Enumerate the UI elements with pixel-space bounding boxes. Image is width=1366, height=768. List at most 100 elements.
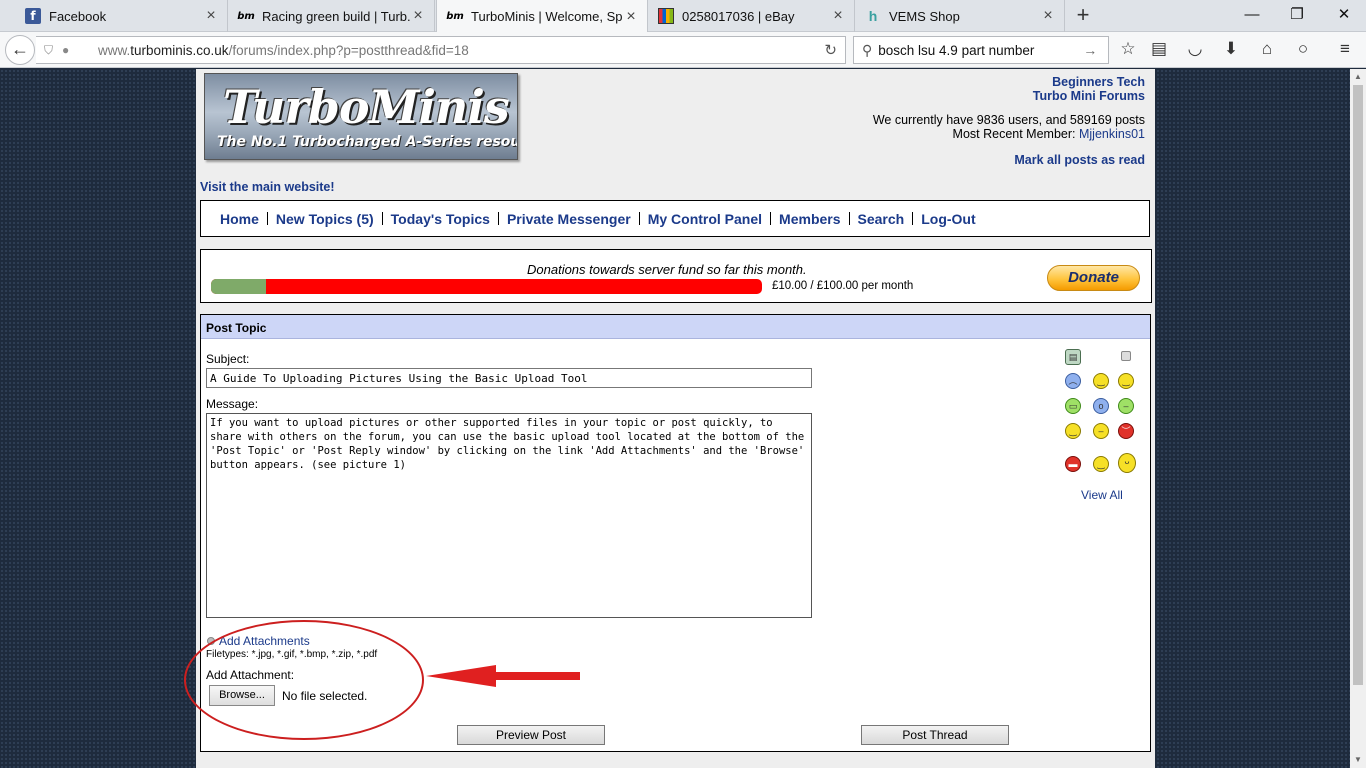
menu-todays-topics[interactable]: Today's Topics — [391, 211, 490, 227]
smiley-icon-angry[interactable]: ︶ — [1118, 423, 1134, 439]
smiley-icon-news[interactable]: ▤ — [1065, 349, 1081, 365]
scroll-up-icon[interactable]: ▲ — [1350, 69, 1366, 85]
url-prefix: www. — [98, 42, 131, 58]
new-tab-button[interactable]: + — [1072, 4, 1094, 28]
search-input[interactable] — [878, 42, 1084, 58]
donations-progress-bar — [211, 279, 762, 294]
smiley-icon-square[interactable] — [1121, 351, 1131, 361]
visit-main-website-link[interactable]: Visit the main website! — [200, 180, 335, 194]
smiley-icon-smile[interactable]: ‿ — [1118, 373, 1134, 389]
tab-bar: f Facebook × bm Racing green build | Tur… — [0, 0, 1366, 33]
donations-box: Donations towards server fund so far thi… — [200, 249, 1152, 303]
url-domain: turbominis.co.uk — [130, 42, 229, 58]
tab-turbominis-active[interactable]: bm TurboMinis | Welcome, Sp... × — [436, 0, 648, 33]
smiley-icon-meh[interactable]: – — [1093, 423, 1109, 439]
close-tab-icon[interactable]: × — [623, 8, 639, 26]
bookmark-star-icon[interactable]: ☆ — [1116, 38, 1140, 62]
reload-icon[interactable]: ↻ — [824, 41, 837, 59]
annotation-circle — [184, 620, 424, 740]
pocket-icon[interactable]: ◡ — [1183, 38, 1207, 62]
vertical-scrollbar[interactable]: ▲ ▼ — [1350, 69, 1366, 768]
tab-title: VEMS Shop — [889, 8, 960, 24]
turbominis-logo[interactable]: TurboMinis The No.1 Turbocharged A-Serie… — [204, 73, 518, 160]
preview-post-button[interactable]: Preview Post — [457, 725, 605, 745]
tab-facebook[interactable]: f Facebook × — [15, 0, 228, 32]
tab-racing-green[interactable]: bm Racing green build | Turb... × — [228, 0, 435, 32]
tab-title: TurboMinis | Welcome, Sp... — [471, 9, 623, 24]
menu-separator — [381, 212, 383, 225]
smiley-icon-grin[interactable]: ▭ — [1065, 398, 1081, 414]
donations-progress-fill — [211, 279, 267, 294]
menu-new-topics[interactable]: New Topics (5) — [276, 211, 374, 227]
smiley-icon-wink[interactable]: ‿ — [1065, 423, 1081, 439]
forum-menu: Home New Topics (5) Today's Topics Priva… — [200, 200, 1150, 237]
home-icon[interactable]: ⌂ — [1255, 38, 1279, 62]
header-info: Beginners Tech Turbo Mini Forums We curr… — [873, 75, 1145, 167]
smiley-icon-smile[interactable]: ‿ — [1093, 373, 1109, 389]
view-all-smileys-link[interactable]: View All — [1081, 488, 1123, 502]
minimize-button[interactable]: — — [1237, 4, 1267, 26]
back-button[interactable]: ← — [5, 35, 35, 65]
menu-separator — [497, 212, 499, 225]
donations-text: Donations towards server fund so far thi… — [527, 262, 807, 277]
reading-list-icon[interactable]: ▤ — [1147, 38, 1171, 62]
beginners-tech-link[interactable]: Beginners Tech — [873, 75, 1145, 89]
turbo-mini-forums-link[interactable]: Turbo Mini Forums — [873, 89, 1145, 103]
close-tab-icon[interactable]: × — [830, 7, 846, 25]
forum-stats: We currently have 9836 users, and 589169… — [872, 113, 1145, 127]
smiley-icon-mad[interactable]: ▬ — [1065, 456, 1081, 472]
menu-home[interactable]: Home — [220, 211, 259, 227]
maximize-button[interactable]: ❐ — [1282, 4, 1312, 26]
tab-title: Facebook — [49, 8, 107, 24]
message-textarea[interactable]: If you want to upload pictures or other … — [206, 413, 812, 618]
smiley-icon-neutral[interactable]: – — [1118, 398, 1134, 414]
url-bar[interactable]: ⛉ ● www. turbominis.co.uk/forums/index.ph… — [36, 36, 846, 64]
smiley-icon-shock[interactable]: o — [1093, 398, 1109, 414]
menu-members[interactable]: Members — [779, 211, 840, 227]
turbominis-icon: bm — [446, 11, 464, 22]
vems-icon: h — [868, 8, 878, 24]
smiley-icon-bunny[interactable]: ᴗ — [1118, 453, 1136, 473]
menu-logout[interactable]: Log-Out — [921, 211, 975, 227]
close-window-button[interactable]: ✕ — [1329, 4, 1359, 26]
search-icon: ⚲ — [862, 41, 873, 58]
menu-separator — [638, 212, 640, 225]
ebay-icon — [658, 8, 674, 24]
url-path: /forums/index.php?p=postthread&fid=18 — [228, 42, 469, 58]
mark-all-read-link[interactable]: Mark all posts as read — [873, 153, 1145, 167]
logo-tagline: The No.1 Turbocharged A-Series resource — [217, 134, 518, 150]
smiley-icon-sad[interactable]: ︵ — [1065, 373, 1081, 389]
subject-label: Subject: — [206, 352, 250, 366]
recent-member-label: Most Recent Member: — [952, 127, 1079, 141]
close-tab-icon[interactable]: × — [1040, 7, 1056, 25]
subject-input[interactable] — [206, 368, 812, 388]
message-label: Message: — [206, 397, 259, 411]
smiley-icon-happy[interactable]: ‿ — [1093, 456, 1109, 472]
recent-member-line: Most Recent Member: Mjjenkins01 — [873, 127, 1145, 141]
menu-private-messenger[interactable]: Private Messenger — [507, 211, 631, 227]
search-go-icon[interactable]: → — [1083, 42, 1097, 58]
tab-title: 0258017036 | eBay — [682, 8, 795, 24]
menu-search[interactable]: Search — [858, 211, 905, 227]
turbominis-icon: bm — [237, 10, 255, 22]
menu-separator — [912, 212, 914, 225]
close-tab-icon[interactable]: × — [203, 7, 219, 25]
globe-icon[interactable]: ● — [62, 43, 76, 57]
menu-icon[interactable]: ≡ — [1333, 38, 1357, 62]
menu-separator — [848, 212, 850, 225]
close-tab-icon[interactable]: × — [410, 7, 426, 25]
shield-icon[interactable]: ⛉ — [44, 43, 58, 58]
scroll-down-icon[interactable]: ▼ — [1350, 752, 1366, 768]
facebook-icon: f — [25, 8, 41, 24]
tab-vems[interactable]: h VEMS Shop × — [855, 0, 1065, 32]
menu-control-panel[interactable]: My Control Panel — [648, 211, 762, 227]
donate-button[interactable]: Donate — [1047, 265, 1140, 291]
tab-ebay[interactable]: 0258017036 | eBay × — [648, 0, 855, 32]
recent-member-link[interactable]: Mjjenkins01 — [1079, 127, 1145, 141]
tab-title: Racing green build | Turb... — [262, 8, 410, 24]
scrollbar-thumb[interactable] — [1353, 85, 1363, 685]
download-icon[interactable]: ⬇ — [1219, 38, 1243, 62]
post-thread-button[interactable]: Post Thread — [861, 725, 1009, 745]
search-bar[interactable]: ⚲ → — [853, 36, 1109, 64]
chat-icon[interactable]: ○ — [1291, 38, 1315, 62]
